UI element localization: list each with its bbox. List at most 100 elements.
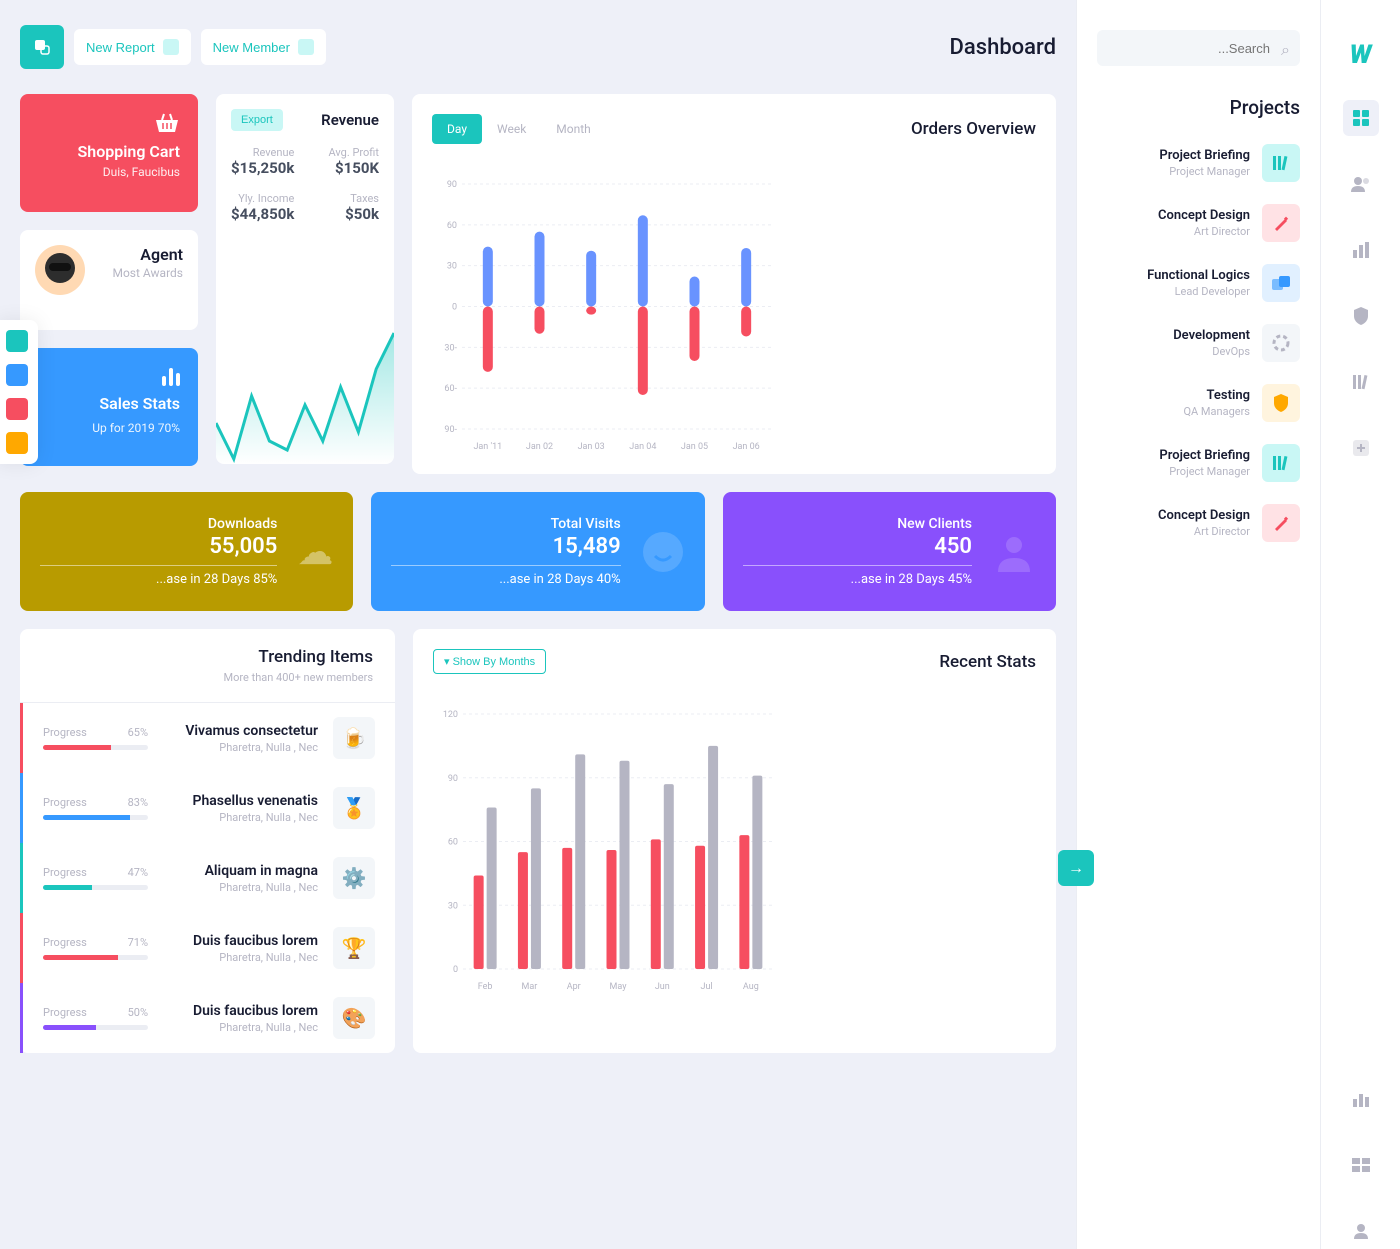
- orders-title: Orders Overview: [911, 119, 1036, 139]
- sales-title: Sales Stats: [38, 394, 180, 413]
- svg-text:Jan 06: Jan 06: [733, 442, 760, 452]
- basket-icon: [154, 112, 180, 134]
- logo-icon[interactable]: W: [1350, 40, 1372, 70]
- project-icon: [1262, 204, 1300, 242]
- project-item[interactable]: Project BriefingProject Manager: [1097, 444, 1300, 482]
- stat-value: 55,005: [40, 534, 277, 559]
- svg-text:Jan 04: Jan 04: [629, 442, 656, 452]
- rail-chart-icon[interactable]: [1343, 232, 1379, 268]
- rail-user-icon[interactable]: [1343, 1213, 1379, 1249]
- agent-avatar: [35, 245, 85, 295]
- orders-overview-card: Day Week Month Orders Overview 906030030…: [412, 94, 1056, 474]
- revenue-sparkline: [216, 324, 394, 464]
- project-item[interactable]: Concept DesignArt Director: [1097, 204, 1300, 242]
- search-input[interactable]: [1097, 30, 1300, 66]
- tab-month[interactable]: Month: [541, 114, 605, 144]
- projects-panel: ⌕ Projects Project BriefingProject Manag…: [1076, 0, 1320, 1249]
- tag-teal[interactable]: [6, 330, 28, 352]
- export-button[interactable]: Export: [231, 109, 283, 131]
- project-icon: [1262, 444, 1300, 482]
- svg-text:Jan 03: Jan 03: [578, 442, 605, 452]
- topbar: New Report New Member Dashboard: [20, 25, 1056, 69]
- tag-yellow[interactable]: [6, 432, 28, 454]
- svg-text:Jan 02: Jan 02: [526, 442, 553, 452]
- shopping-cart-card[interactable]: Shopping Cart Duis, Faucibus: [20, 94, 198, 212]
- trend-icon: 🏆: [333, 927, 375, 969]
- rev-label: Avg. Profit: [329, 146, 380, 159]
- agent-subtitle: Most Awards: [95, 266, 183, 282]
- rail-library-icon[interactable]: [1343, 364, 1379, 400]
- sales-card[interactable]: Sales Stats Up for 2019 70%: [20, 348, 198, 466]
- project-icon: [1262, 144, 1300, 182]
- trending-item[interactable]: Progress83% Phasellus venenatisPharetra,…: [20, 773, 395, 843]
- project-item[interactable]: TestingQA Managers: [1097, 384, 1300, 422]
- project-item[interactable]: Concept DesignArt Director: [1097, 504, 1300, 542]
- agent-title: Agent: [95, 245, 183, 264]
- svg-text:30: 30: [447, 262, 457, 272]
- trending-item[interactable]: Progress47% Aliquam in magnaPharetra, Nu…: [20, 843, 395, 913]
- member-icon: [298, 39, 314, 55]
- svg-text:0: 0: [453, 965, 458, 975]
- svg-text:30-: 30-: [444, 343, 457, 353]
- new-member-label: New Member: [213, 40, 290, 55]
- trending-item[interactable]: Progress50% Duis faucibus loremPharetra,…: [20, 983, 395, 1053]
- svg-text:Jun: Jun: [655, 982, 670, 992]
- panel-toggle-button[interactable]: →: [1058, 850, 1094, 886]
- rail-add-icon[interactable]: [1343, 430, 1379, 466]
- rail-users-icon[interactable]: [1343, 166, 1379, 202]
- svg-text:Jul: Jul: [701, 982, 713, 992]
- bars-icon: [38, 366, 180, 386]
- rev-value: $150K: [329, 159, 380, 177]
- stat-sub: ...ase in 28 Days 40%: [391, 572, 620, 587]
- new-report-button[interactable]: New Report: [74, 29, 191, 65]
- rev-label: Revenue: [231, 146, 294, 159]
- rail-grid2-icon[interactable]: [1343, 1147, 1379, 1183]
- app-icon[interactable]: [20, 25, 64, 69]
- page-title: Dashboard: [950, 35, 1056, 60]
- svg-text:Aug: Aug: [743, 982, 759, 992]
- rev-label: Yly. Income: [231, 192, 294, 205]
- downloads-card[interactable]: Downloads 55,005 ...ase in 28 Days 85% ☁: [20, 492, 353, 611]
- tab-day[interactable]: Day: [432, 114, 482, 144]
- show-label: Show By Months: [453, 656, 536, 668]
- tag-red[interactable]: [6, 398, 28, 420]
- project-item[interactable]: Project BriefingProject Manager: [1097, 144, 1300, 182]
- projects-title: Projects: [1097, 96, 1300, 119]
- tag-blue[interactable]: [6, 364, 28, 386]
- svg-text:Mar: Mar: [522, 982, 538, 992]
- rail-shield-icon[interactable]: [1343, 298, 1379, 334]
- tab-week[interactable]: Week: [482, 114, 541, 144]
- project-icon: [1262, 264, 1300, 302]
- stat-label: Total Visits: [391, 516, 620, 532]
- show-by-months-button[interactable]: ▾ Show By Months: [433, 649, 546, 674]
- trend-icon: 🎨: [333, 997, 375, 1039]
- svg-text:Jan '11: Jan '11: [473, 442, 502, 452]
- svg-text:Feb: Feb: [478, 982, 493, 992]
- report-icon: [163, 39, 179, 55]
- project-item[interactable]: Functional LogicsLead Developer: [1097, 264, 1300, 302]
- trending-item[interactable]: Progress71% Duis faucibus loremPharetra,…: [20, 913, 395, 983]
- stat-value: 450: [743, 534, 972, 559]
- svg-text:0: 0: [452, 303, 457, 313]
- rail-chart2-icon[interactable]: [1343, 1081, 1379, 1117]
- new-member-button[interactable]: New Member: [201, 29, 326, 65]
- shopping-subtitle: Duis, Faucibus: [38, 165, 180, 179]
- svg-text:Jan 05: Jan 05: [681, 442, 708, 452]
- clients-card[interactable]: New Clients 450 ...ase in 28 Days 45%: [723, 492, 1056, 611]
- trending-item[interactable]: Progress65% Vivamus consecteturPharetra,…: [20, 703, 395, 773]
- orders-chart: 906030030-60-90-Jan '11Jan 02Jan 03Jan 0…: [432, 174, 772, 454]
- svg-text:60: 60: [447, 221, 457, 231]
- cloud-download-icon: ☁: [297, 531, 333, 573]
- project-item[interactable]: DevelopmentDevOps: [1097, 324, 1300, 362]
- stat-sub: ...ase in 28 Days 85%: [40, 572, 277, 587]
- visits-card[interactable]: Total Visits 15,489 ...ase in 28 Days 40…: [371, 492, 704, 611]
- stat-value: 15,489: [391, 534, 620, 559]
- svg-text:90-: 90-: [444, 425, 457, 435]
- trend-icon: ⚙️: [333, 857, 375, 899]
- rail-grid-icon[interactable]: [1343, 100, 1379, 136]
- svg-text:60: 60: [448, 838, 458, 848]
- svg-text:60-: 60-: [444, 384, 457, 394]
- recent-chart: 0306090120FebMarAprMayJunJulAug: [433, 704, 773, 994]
- agent-card[interactable]: Agent Most Awards: [20, 230, 198, 330]
- project-icon: [1262, 324, 1300, 362]
